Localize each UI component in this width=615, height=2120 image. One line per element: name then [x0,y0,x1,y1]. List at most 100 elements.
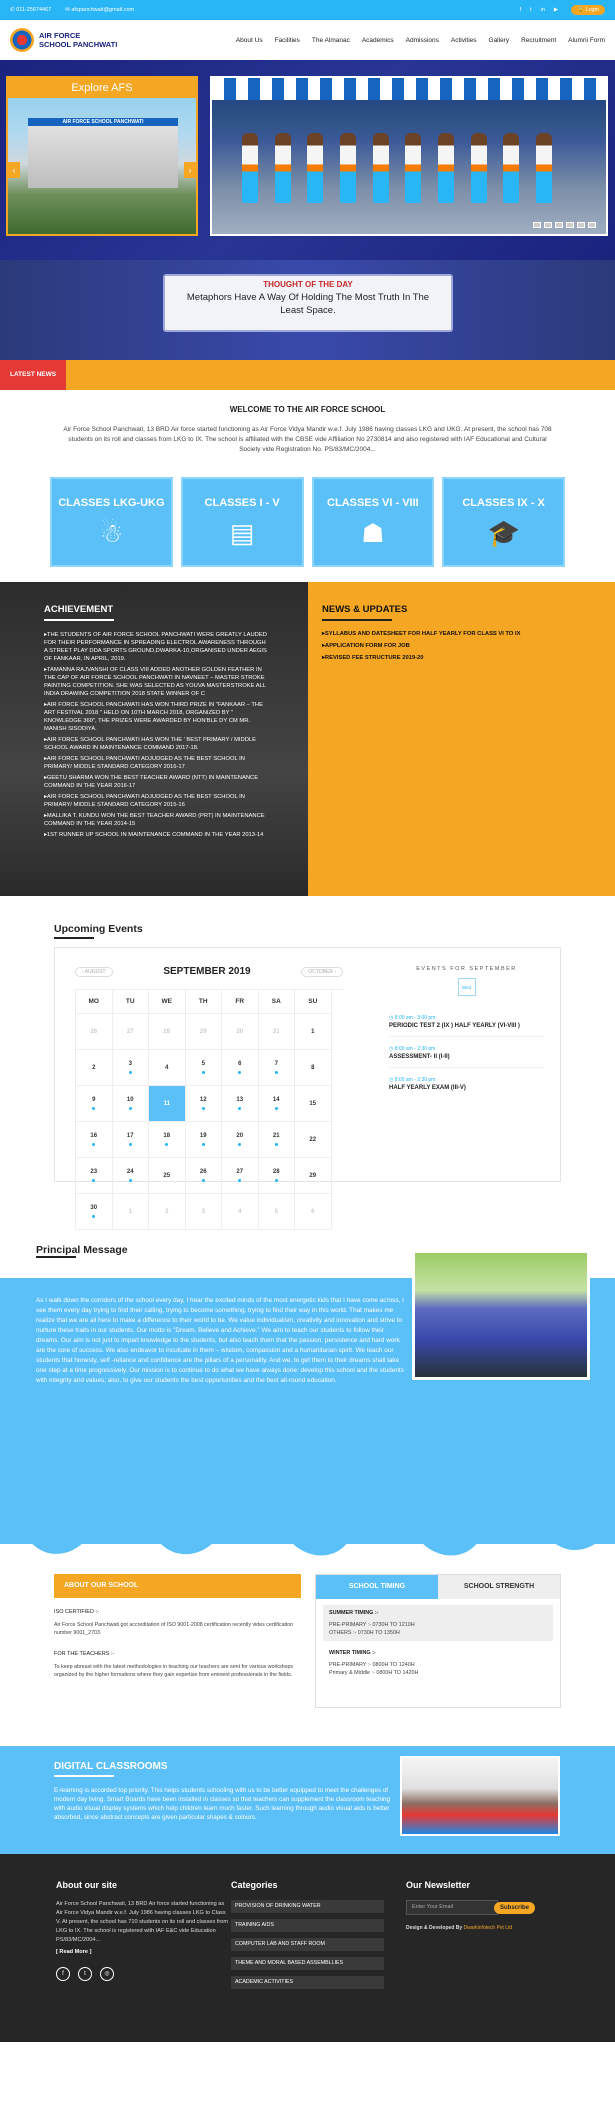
calendar-day[interactable]: 9 [76,1086,113,1122]
category-link[interactable]: TRAINING AIDS [231,1919,384,1932]
twitter-icon[interactable]: t [530,7,532,13]
newsletter-title: Our Newsletter [406,1880,471,1890]
calendar-day[interactable]: 6 [295,1194,332,1230]
class-card-vi-viii[interactable]: CLASSES VI - VIII ☗ [311,477,435,567]
nav-gallery[interactable]: Gallery [489,37,510,44]
dev-name[interactable]: Dwarkinfotech Pvt Ltd [464,1925,513,1931]
calendar-day[interactable]: 4 [222,1194,259,1230]
calendar-day[interactable]: 13 [222,1086,259,1122]
nav-admissions[interactable]: Admissions [406,37,439,44]
calendar-day[interactable]: 21 [258,1122,295,1158]
next-month-button[interactable]: OCTOBER › [301,966,343,977]
calendar-day[interactable]: 22 [295,1122,332,1158]
calendar-day[interactable]: 18 [149,1122,186,1158]
event-time: ◷ 8:00 am - 3:00 pm [389,1015,436,1021]
calendar-day[interactable]: 19 [185,1122,222,1158]
calendar-day[interactable]: 14 [258,1086,295,1122]
linkedin-icon[interactable]: in [541,7,545,13]
calendar-day[interactable]: 3 [185,1194,222,1230]
calendar-day[interactable]: 6 [222,1050,259,1086]
read-more-link[interactable]: [ Read More ] [56,1948,231,1957]
calendar-day[interactable]: 11 [149,1086,186,1122]
school-brand[interactable]: AIR FORCE SCHOOL PANCHWATI [39,31,117,49]
category-link[interactable]: ACADEMIC ACTIVITIES [231,1976,384,1989]
category-link[interactable]: COMPUTER LAB AND STAFF ROOM [231,1938,384,1951]
nav-almanac[interactable]: The Almanac [312,37,350,44]
brand-line-1: AIR FORCE [39,31,81,40]
calendar-day[interactable]: 20 [222,1122,259,1158]
calendar-day[interactable]: 15 [295,1086,332,1122]
slider-prev-arrow[interactable]: ‹ [8,162,20,178]
calendar-day[interactable]: 2 [149,1194,186,1230]
calendar-day[interactable]: 23 [76,1158,113,1194]
newsletter-email-input[interactable]: Enter Your Email [406,1900,498,1915]
youtube-icon[interactable]: ▶ [554,7,558,13]
calendar-day[interactable]: 29 [295,1158,332,1194]
calendar-day[interactable]: 1 [112,1194,149,1230]
calendar-day[interactable]: 5 [185,1050,222,1086]
calendar-day[interactable]: 16 [76,1122,113,1158]
twitter-icon[interactable]: t [78,1967,92,1981]
nav-alumni-form[interactable]: Alumni Form [568,37,605,44]
event-item[interactable]: ◷ 8:00 am - 2:30 pm HALF YEARLY EXAM (III… [389,1073,544,1098]
calendar-day[interactable]: 28 [258,1158,295,1194]
nav-recruitment[interactable]: Recruitment [521,37,556,44]
calendar-day[interactable]: 31 [258,1014,295,1050]
news-item[interactable]: APPLICATION FORM FOR JOB [322,643,601,649]
calendar-day[interactable]: 5 [258,1194,295,1230]
category-link[interactable]: THEME AND MORAL BASED ASSEMBLLIES [231,1957,384,1970]
calendar-day[interactable]: 1 [295,1014,332,1050]
calendar-day[interactable]: 25 [149,1158,186,1194]
class-card-lkg-ukg[interactable]: CLASSES LKG-UKG ☃ [50,477,173,567]
calendar-day[interactable]: 30 [222,1014,259,1050]
facebook-icon[interactable]: f [520,7,522,13]
calendar-day[interactable]: 10 [112,1086,149,1122]
digital-classrooms-section: DIGITAL CLASSROOMS E-learning is accorde… [0,1746,615,1854]
current-month: SEPTEMBER 2019 [163,966,251,977]
calendar-day[interactable]: 2 [76,1050,113,1086]
news-item[interactable]: SYLLABUS AND DATESHEET FOR HALF YEARLY F… [322,631,601,637]
nav-about-us[interactable]: About Us [236,37,263,44]
calendar-day[interactable]: 26 [76,1014,113,1050]
calendar-day[interactable]: 30 [76,1194,113,1230]
class-card-ix-x[interactable]: CLASSES IX - X 🎓 [442,477,565,567]
achievement-item: The students of Air Force School Panchwa… [44,631,268,663]
instagram-icon[interactable]: ◎ [100,1967,114,1981]
class-card-i-v[interactable]: CLASSES I - V ▤ [180,477,304,567]
nav-facilities[interactable]: Facilities [275,37,300,44]
timing-tabs: SCHOOL TIMING SCHOOL STRENGTH [316,1575,560,1599]
calendar-day[interactable]: 8 [295,1050,332,1086]
login-button[interactable]: 🔒 Login [571,5,605,15]
nav-activities[interactable]: Activities [451,37,477,44]
tab-school-timing[interactable]: SCHOOL TIMING [316,1575,438,1599]
facebook-icon[interactable]: f [56,1967,70,1981]
calendar-day[interactable]: 17 [112,1122,149,1158]
calendar-day[interactable]: 4 [149,1050,186,1086]
subscribe-button[interactable]: Subscribe [494,1901,536,1914]
calendar-day[interactable]: 27 [222,1158,259,1194]
class-label: CLASSES IX - X [462,497,545,509]
email-info[interactable]: ✉ afspanchwati@gmail.com [65,7,134,13]
calendar-day[interactable]: 29 [185,1014,222,1050]
calendar-day[interactable]: 27 [112,1014,149,1050]
prev-month-button[interactable]: ‹ AUGUST [75,966,113,977]
school-logo[interactable] [10,28,34,52]
slider-thumbnails[interactable] [533,222,596,228]
calendar-day[interactable]: 12 [185,1086,222,1122]
calendar-day[interactable]: 28 [149,1014,186,1050]
calendar-day[interactable]: 7 [258,1050,295,1086]
calendar-day[interactable]: 24 [112,1158,149,1194]
nav-academics[interactable]: Academics [362,37,394,44]
calendar-day[interactable]: 3 [112,1050,149,1086]
news-list: SYLLABUS AND DATESHEET FOR HALF YEARLY F… [322,631,601,661]
tab-school-strength[interactable]: SCHOOL STRENGTH [438,1575,560,1599]
news-title: NEWS & UPDATES [322,604,408,615]
weekday-header: TU [112,990,149,1014]
calendar-day[interactable]: 26 [185,1158,222,1194]
news-item[interactable]: REVISED FEE STRUCTURE 2019-20 [322,655,601,661]
event-item[interactable]: ◷ 8:00 am - 2:30 pm ASSESSMENT- II (I-II) [389,1042,544,1068]
category-link[interactable]: PROVISION OF DRINKING WATER [231,1900,384,1913]
calendar-header: ‹ AUGUST SEPTEMBER 2019 OCTOBER › [75,966,343,977]
event-item[interactable]: ◷ 8:00 am - 3:00 pm PERIODIC TEST 2 (IX )… [389,1011,544,1037]
slider-next-arrow[interactable]: › [184,162,196,178]
